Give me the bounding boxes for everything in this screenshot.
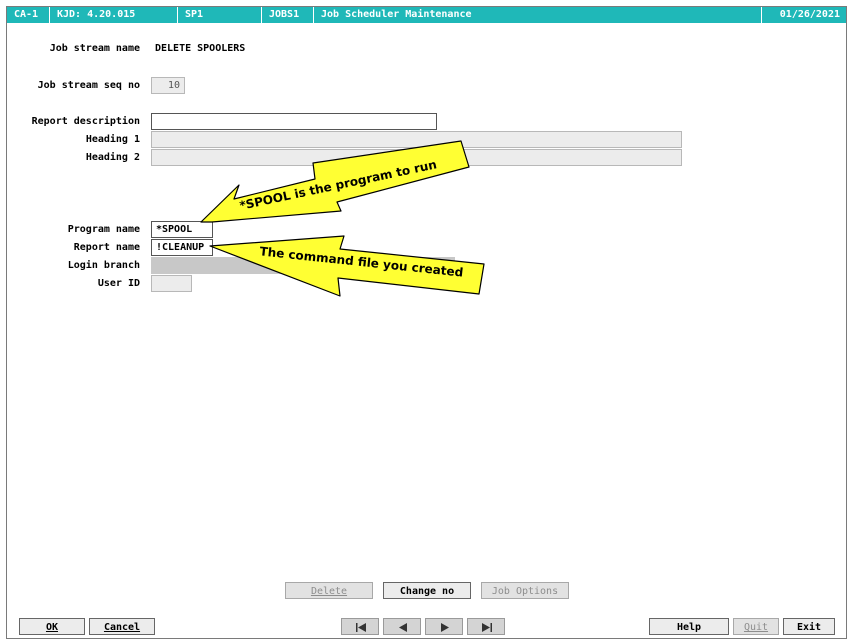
first-record-button[interactable] (341, 618, 379, 635)
previous-record-icon (399, 623, 407, 632)
change-no-button[interactable]: Change no (383, 582, 471, 599)
delete-label: Delete (310, 586, 348, 597)
last-record-icon (482, 623, 492, 632)
job-options-button[interactable]: Job Options (481, 582, 569, 599)
ok-button[interactable]: OK (19, 618, 85, 635)
quit-button[interactable]: Quit (733, 618, 779, 635)
exit-button[interactable]: Exit (783, 618, 835, 635)
command-callout-arrow: The command file you created (209, 235, 485, 297)
next-record-icon (441, 623, 449, 632)
previous-record-button[interactable] (383, 618, 421, 635)
last-record-button[interactable] (467, 618, 505, 635)
first-record-icon (356, 623, 366, 632)
cancel-label: Cancel (103, 622, 141, 633)
help-button[interactable]: Help (649, 618, 729, 635)
next-record-button[interactable] (425, 618, 463, 635)
ok-label: OK (45, 622, 59, 633)
delete-button[interactable]: Delete (285, 582, 373, 599)
cancel-button[interactable]: Cancel (89, 618, 155, 635)
callout-overlay: *SPOOL is the program to run The command… (200, 140, 485, 297)
spool-callout-arrow: *SPOOL is the program to run (200, 140, 470, 223)
quit-label: Quit (743, 622, 769, 633)
